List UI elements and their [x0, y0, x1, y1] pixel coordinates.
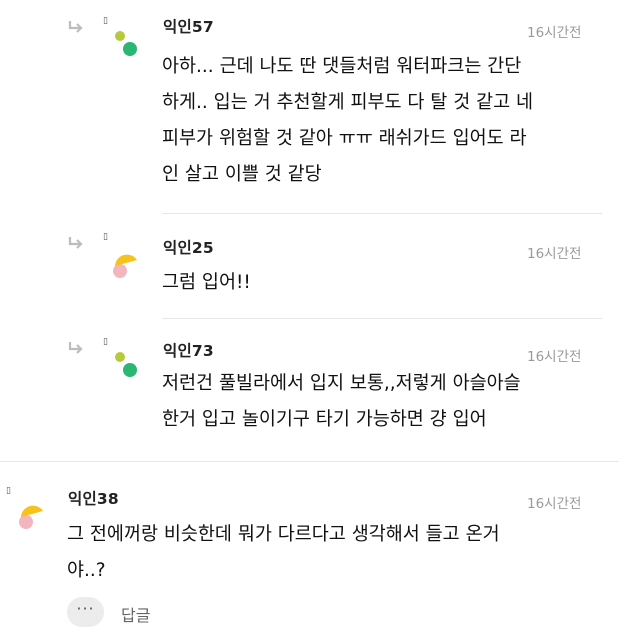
comment-text: 아하... 근데 나도 딴 댓들처럼 워터파크는 간단 하게.. 입는 거 추천…	[162, 56, 534, 185]
reply-arrow-icon	[68, 237, 83, 249]
reply-button[interactable]: 답글	[121, 602, 150, 626]
avatar-sun-icon	[113, 254, 137, 278]
marker-glyph: ▯	[103, 232, 108, 242]
nickname[interactable]: 익인25	[163, 236, 214, 258]
nickname[interactable]: 익인38	[68, 487, 119, 509]
divider	[162, 213, 602, 214]
marker-glyph: ▯	[103, 16, 108, 26]
nickname[interactable]: 익인73	[163, 339, 214, 361]
comment-text: 그 전에꺼랑 비슷한데 뭐가 다르다고 생각해서 들고 온거 야..?	[67, 524, 500, 581]
marker-glyph: ▯	[103, 337, 108, 347]
comment-text: 그럼 입어!!	[162, 272, 251, 293]
avatar-sun-icon	[19, 505, 43, 529]
avatar-dots-icon	[115, 31, 137, 56]
nickname[interactable]: 익인57	[163, 15, 214, 37]
reply-arrow-icon	[68, 21, 83, 33]
divider	[162, 318, 602, 319]
timestamp: 16시간전	[527, 25, 582, 41]
more-options-button[interactable]: ···	[67, 597, 104, 627]
timestamp: 16시간전	[527, 496, 582, 512]
avatar-dots-icon	[115, 352, 137, 377]
marker-glyph: ▯	[6, 486, 11, 496]
reply-arrow-icon	[68, 342, 83, 354]
timestamp: 16시간전	[527, 349, 582, 365]
divider	[0, 461, 619, 462]
comment-text: 저런건 풀빌라에서 입지 보통,,저렇게 아슬아슬 한거 입고 놀이기구 타기 …	[162, 373, 521, 430]
timestamp: 16시간전	[527, 246, 582, 262]
